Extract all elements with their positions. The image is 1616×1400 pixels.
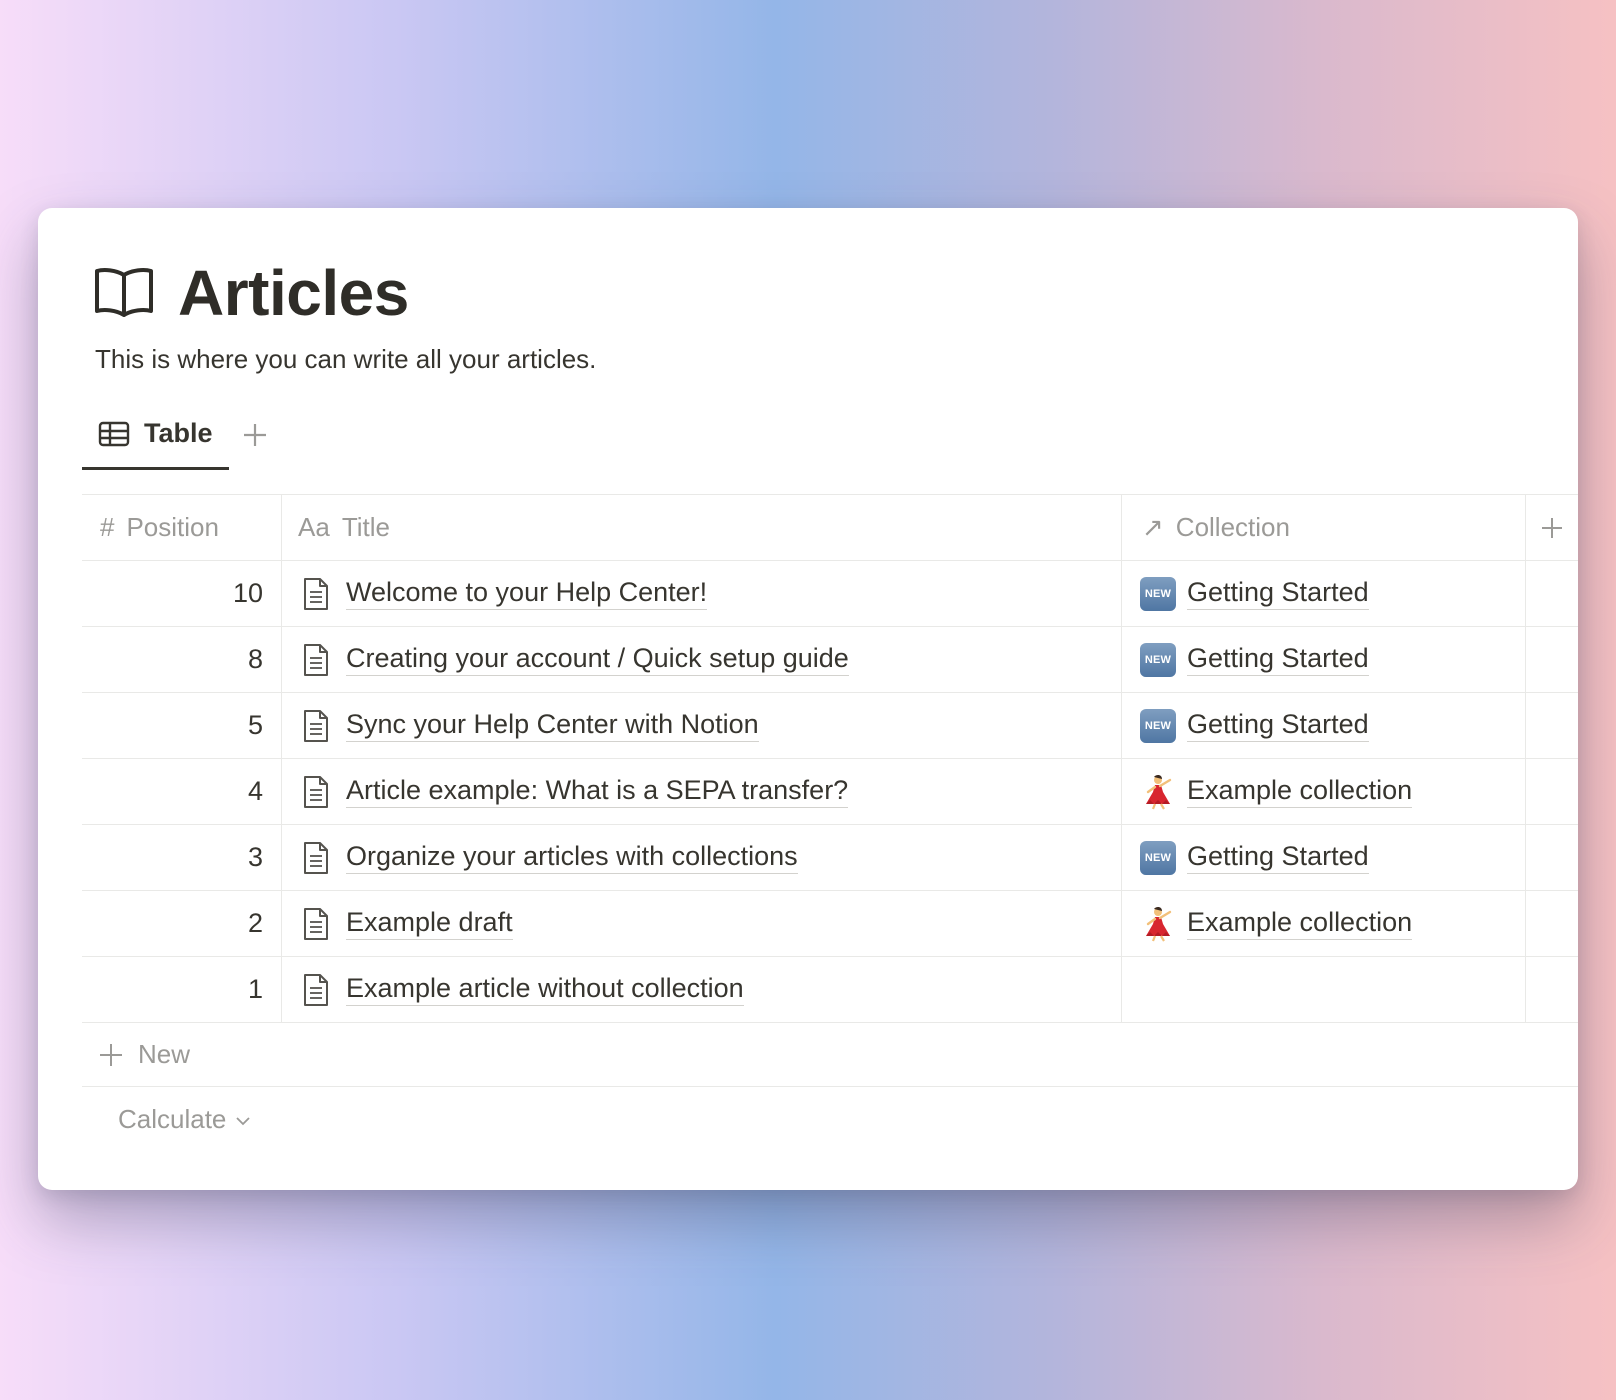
article-title-link[interactable]: Organize your articles with collections [346, 841, 798, 874]
collection-link[interactable]: Example collection [1187, 775, 1413, 808]
table-row[interactable]: 8 Creating your account / Quick setup gui… [82, 627, 1578, 693]
column-header-title[interactable]: Aa Title [282, 495, 1122, 560]
title-cell[interactable]: Creating your account / Quick setup guid… [282, 627, 1122, 692]
empty-cell [1526, 759, 1578, 824]
empty-cell [1526, 825, 1578, 890]
position-value: 5 [247, 710, 263, 740]
article-title-link[interactable]: Example draft [346, 907, 513, 940]
table-row[interactable]: 3 Organize your articles with collections… [82, 825, 1578, 891]
article-title-link[interactable]: Welcome to your Help Center! [346, 577, 708, 610]
position-value: 4 [247, 776, 263, 806]
book-open-icon[interactable] [94, 267, 154, 319]
position-cell[interactable]: 3 [82, 825, 282, 890]
position-cell[interactable]: 5 [82, 693, 282, 758]
collection-cell[interactable] [1122, 957, 1526, 1022]
article-title-link[interactable]: Sync your Help Center with Notion [346, 709, 759, 742]
collection-link[interactable]: Getting Started [1187, 841, 1369, 874]
new-row-label: New [138, 1039, 191, 1069]
number-property-icon: # [100, 512, 115, 542]
articles-table: # Position Aa Title ↗ Collection 10 Welco… [82, 494, 1578, 1151]
table-row[interactable]: 4 Article example: What is a SEPA transfe… [82, 759, 1578, 825]
new-badge-icon: NEW [1140, 840, 1176, 875]
new-badge-icon: NEW [1140, 708, 1176, 743]
column-header-label: Position [126, 512, 219, 542]
add-property-button[interactable] [1526, 495, 1578, 560]
document-icon [304, 841, 328, 874]
dancer-icon [1146, 774, 1172, 810]
collection-link[interactable]: Getting Started [1187, 577, 1369, 610]
document-icon [304, 973, 328, 1006]
empty-cell [1526, 561, 1578, 626]
position-cell[interactable]: 8 [82, 627, 282, 692]
text-property-icon: Aa [298, 512, 330, 542]
position-cell[interactable]: 1 [82, 957, 282, 1022]
relation-arrow-icon: ↗ [1142, 512, 1164, 542]
document-icon [304, 775, 328, 808]
new-badge-icon: NEW [1140, 576, 1176, 611]
document-icon [304, 907, 328, 940]
collection-link[interactable]: Getting Started [1187, 709, 1369, 742]
position-cell[interactable]: 2 [82, 891, 282, 956]
empty-cell [1526, 627, 1578, 692]
collection-cell[interactable]: NEW Getting Started [1122, 825, 1526, 890]
document-icon [304, 643, 328, 676]
collection-cell[interactable]: Example collection [1122, 891, 1526, 956]
title-cell[interactable]: Organize your articles with collections [282, 825, 1122, 890]
collection-cell[interactable]: Example collection [1122, 759, 1526, 824]
article-title-link[interactable]: Creating your account / Quick setup guid… [346, 643, 849, 676]
new-badge-icon: NEW [1140, 642, 1176, 677]
article-title-link[interactable]: Example article without collection [346, 973, 744, 1006]
position-value: 8 [247, 644, 263, 674]
tab-label: Table [144, 418, 213, 448]
tab-table[interactable]: Table [82, 418, 229, 470]
column-header-position[interactable]: # Position [82, 495, 282, 560]
collection-cell[interactable]: NEW Getting Started [1122, 693, 1526, 758]
document-icon [304, 577, 328, 610]
table-body: 10 Welcome to your Help Center! NEW Getting… [82, 561, 1578, 1023]
page-card: Articles This is where you can write all… [38, 208, 1578, 1190]
title-cell[interactable]: Sync your Help Center with Notion [282, 693, 1122, 758]
collection-link[interactable]: Getting Started [1187, 643, 1369, 676]
position-cell[interactable]: 4 [82, 759, 282, 824]
title-cell[interactable]: Welcome to your Help Center! [282, 561, 1122, 626]
page-description[interactable]: This is where you can write all your art… [95, 344, 596, 375]
view-tabs: Table [82, 418, 269, 470]
table-row[interactable]: 1 Example article without collection [82, 957, 1578, 1023]
column-header-label: Title [341, 512, 390, 542]
column-header-collection[interactable]: ↗ Collection [1122, 495, 1526, 560]
page-title[interactable]: Articles [178, 256, 409, 330]
column-header-label: Collection [1175, 512, 1290, 542]
plus-icon [100, 1043, 122, 1066]
calculate-label: Calculate [118, 1103, 227, 1134]
plus-icon [1542, 517, 1562, 538]
dancer-icon [1146, 906, 1172, 942]
position-value: 2 [247, 908, 263, 938]
collection-cell[interactable]: NEW Getting Started [1122, 627, 1526, 692]
new-row-button[interactable]: New [82, 1023, 1578, 1087]
table-row[interactable]: 10 Welcome to your Help Center! NEW Getting… [82, 561, 1578, 627]
position-cell[interactable]: 10 [82, 561, 282, 626]
title-cell[interactable]: Example draft [282, 891, 1122, 956]
add-view-plus-icon[interactable] [241, 421, 269, 449]
page-header: Articles [94, 256, 409, 330]
table-header-row: # Position Aa Title ↗ Collection [82, 495, 1578, 561]
empty-cell [1526, 891, 1578, 956]
title-cell[interactable]: Article example: What is a SEPA transfer… [282, 759, 1122, 824]
empty-cell [1526, 693, 1578, 758]
empty-cell [1526, 957, 1578, 1022]
calculate-button[interactable]: Calculate [82, 1087, 1578, 1151]
document-icon [304, 709, 328, 742]
title-cell[interactable]: Example article without collection [282, 957, 1122, 1022]
table-row[interactable]: 5 Sync your Help Center with Notion NEW Get… [82, 693, 1578, 759]
position-value: 1 [247, 974, 263, 1004]
table-row[interactable]: 2 Example draft Example collection [82, 891, 1578, 957]
article-title-link[interactable]: Article example: What is a SEPA transfer… [346, 775, 849, 808]
position-value: 10 [232, 578, 263, 608]
position-value: 3 [247, 842, 263, 872]
collection-cell[interactable]: NEW Getting Started [1122, 561, 1526, 626]
chevron-down-icon [236, 1117, 251, 1126]
collection-link[interactable]: Example collection [1187, 907, 1413, 940]
table-icon [98, 421, 130, 446]
